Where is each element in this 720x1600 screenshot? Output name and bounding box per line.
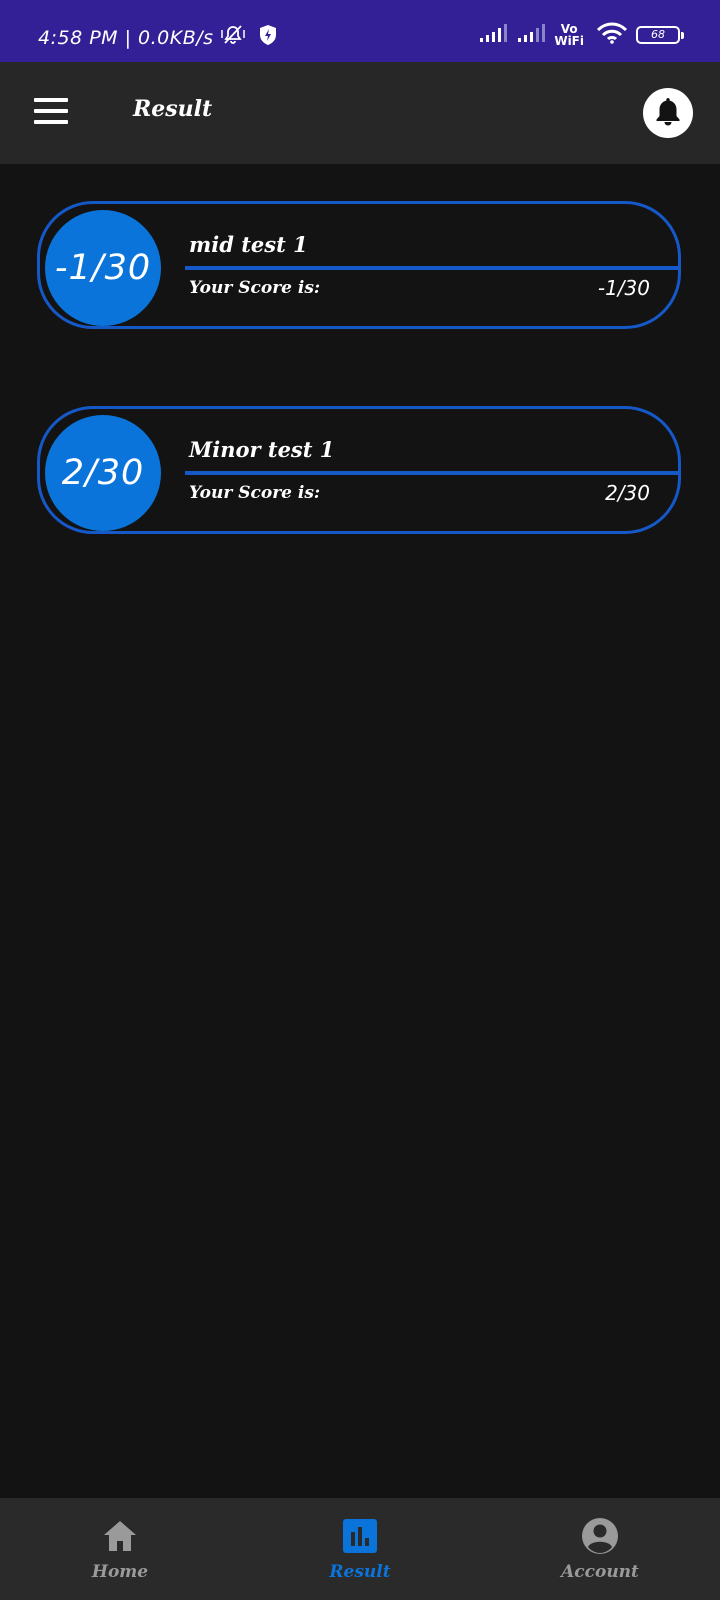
- score-value: -1/30: [597, 276, 650, 300]
- status-bar: 4:58 PM | 0.0KB/s Vo WiFi 68: [0, 0, 720, 62]
- page-title: Result: [133, 96, 213, 122]
- test-name: Minor test 1: [189, 437, 335, 462]
- bottom-navigation: Home Result Account: [0, 1498, 720, 1600]
- home-icon: [100, 1516, 140, 1556]
- nav-item-result[interactable]: Result: [290, 1498, 430, 1600]
- result-card[interactable]: 2/30 Minor test 1 Your Score is: 2/30: [37, 406, 681, 534]
- bar-chart-icon: [340, 1516, 380, 1556]
- menu-icon[interactable]: [34, 98, 68, 124]
- bell-icon: [654, 96, 682, 130]
- wifi-icon: [596, 22, 628, 48]
- app-bar: Result: [0, 62, 720, 164]
- result-card[interactable]: -1/30 mid test 1 Your Score is: -1/30: [37, 201, 681, 329]
- score-circle: -1/30: [45, 210, 161, 326]
- score-label: Your Score is:: [189, 483, 321, 503]
- notifications-muted-icon: [220, 24, 246, 51]
- nav-label-home: Home: [91, 1562, 149, 1582]
- nav-label-account: Account: [561, 1562, 639, 1582]
- test-name: mid test 1: [189, 232, 308, 257]
- status-right: Vo WiFi 68: [472, 22, 684, 48]
- signal-strength-2-icon: [518, 23, 548, 47]
- shield-icon: [258, 24, 278, 51]
- status-time-speed: 4:58 PM | 0.0KB/s: [38, 26, 214, 49]
- battery-indicator: 68: [636, 26, 684, 44]
- nav-item-account[interactable]: Account: [530, 1498, 670, 1600]
- nav-label-result: Result: [329, 1562, 391, 1582]
- vowifi-indicator: Vo WiFi: [554, 23, 584, 47]
- status-left: 4:58 PM | 0.0KB/s: [38, 24, 278, 51]
- notifications-button[interactable]: [643, 88, 693, 138]
- score-circle: 2/30: [45, 415, 161, 531]
- nav-item-home[interactable]: Home: [50, 1498, 190, 1600]
- card-divider: [185, 266, 681, 270]
- score-value: 2/30: [605, 481, 650, 505]
- wifi-label: WiFi: [554, 34, 584, 48]
- account-circle-icon: [580, 1516, 620, 1556]
- card-divider: [185, 471, 681, 475]
- signal-strength-1-icon: [480, 23, 510, 47]
- score-label: Your Score is:: [189, 278, 321, 298]
